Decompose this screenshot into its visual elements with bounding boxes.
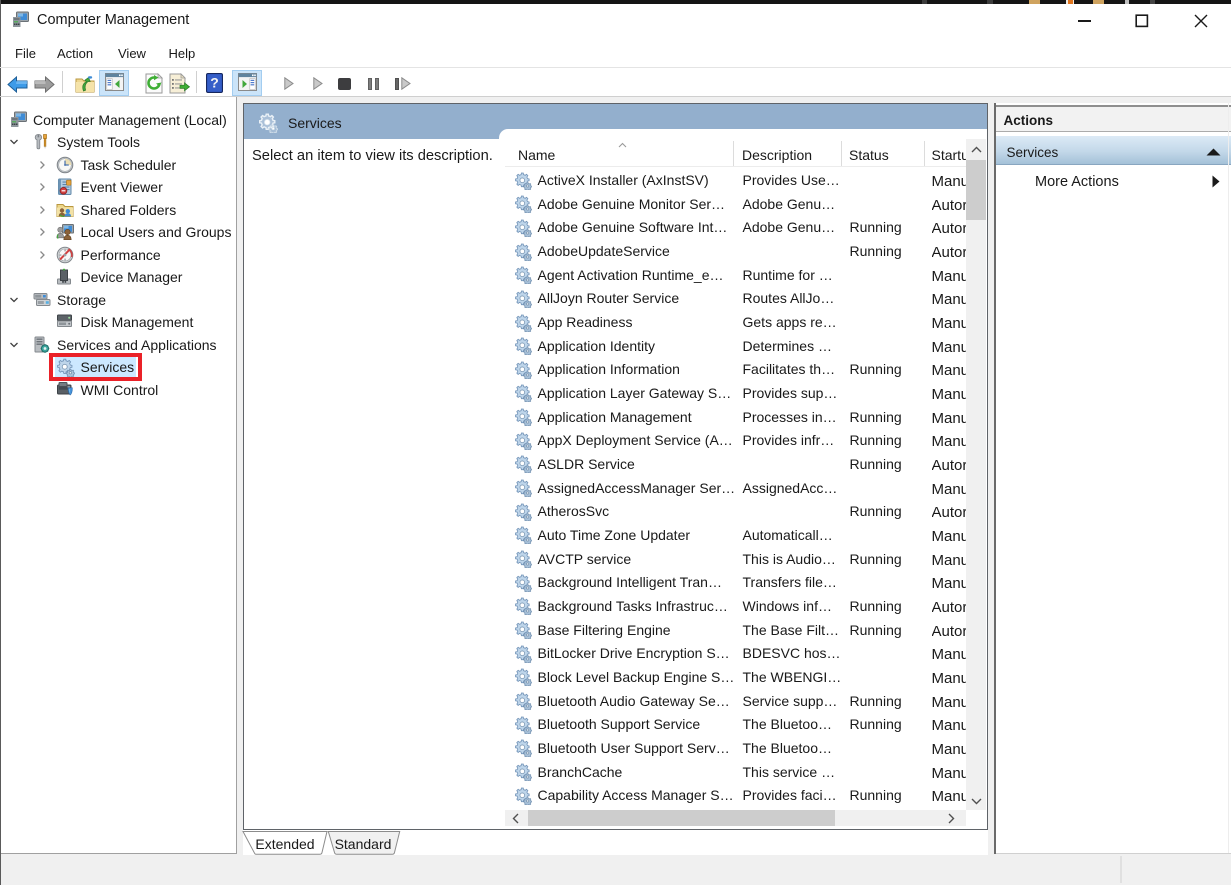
svg-text:?: ? bbox=[210, 75, 219, 91]
svg-text:Standard: Standard bbox=[335, 836, 392, 852]
svg-text:Extended: Extended bbox=[255, 836, 314, 852]
